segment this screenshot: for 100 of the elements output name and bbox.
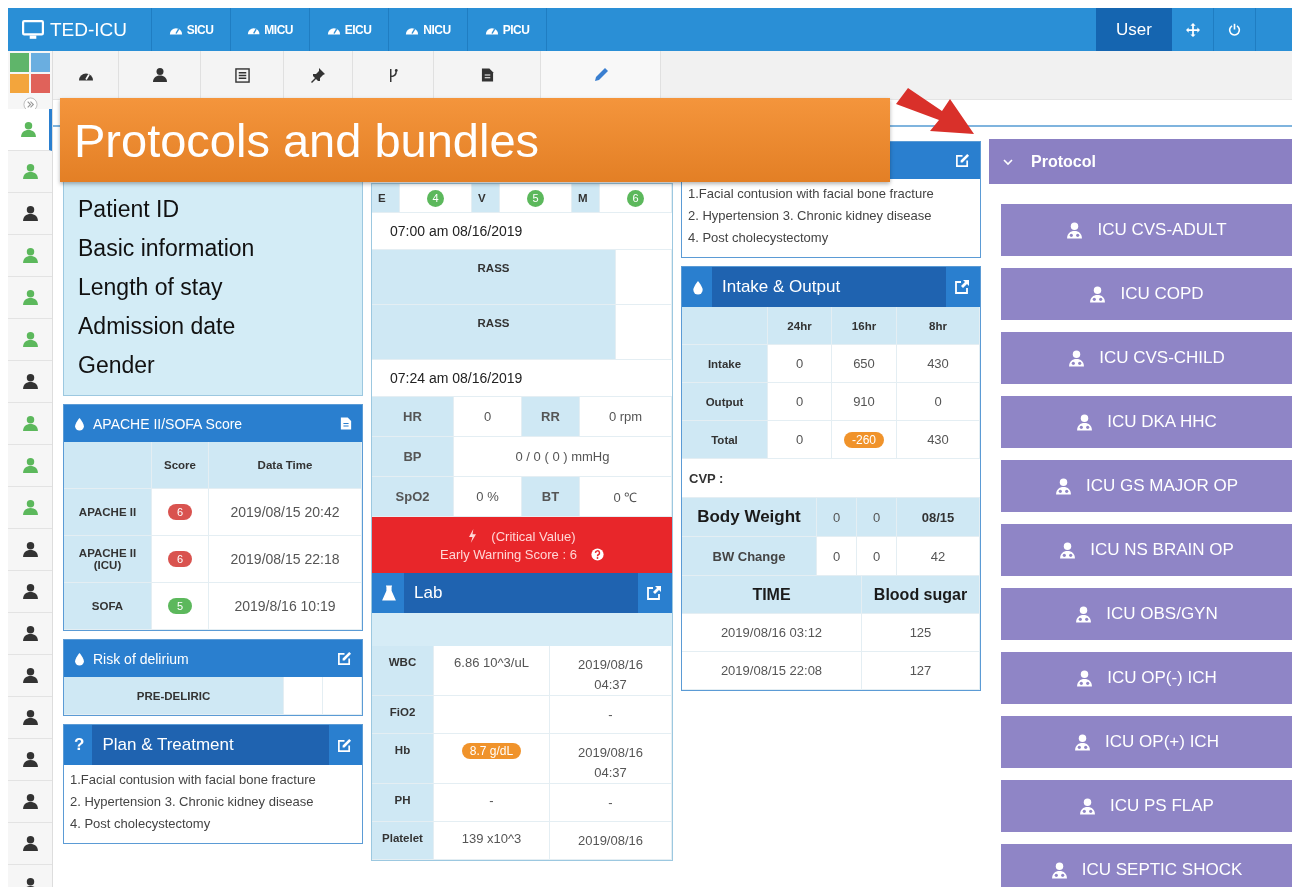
panel-title: APACHE II/SOFA Score [93,415,243,432]
table-cell: 2019/08/15 22:18 [209,536,362,583]
protocol-button[interactable]: ICU OBS/GYN [1001,588,1292,640]
table-cell: PRE-DELIRIC [64,677,284,715]
info-line: Patient ID [78,195,180,224]
doctor-icon [1068,349,1086,367]
row-label: APACHE II [64,489,152,536]
table-cell: 2019/08/15 22:08 [682,652,862,690]
panel-title: Intake & Output [712,267,946,307]
gcs-label: M [572,184,600,213]
user-button[interactable]: User [1096,8,1172,51]
plan-line: 1.Facial contusion with facial bone fracture [70,771,317,789]
edit-icon[interactable] [337,737,352,753]
external-link-icon[interactable] [646,585,662,601]
table-cell: 650 [832,345,897,383]
protocol-button[interactable]: ICU CVS-ADULT [1001,204,1292,256]
row-label: Intake [682,345,768,383]
vital-value: 0 ℃ [580,477,672,517]
edit-icon[interactable] [955,153,970,168]
warning-text: Early Warning Score : 6 [440,546,577,562]
protocol-button[interactable]: ICU DKA HHC [1001,396,1292,448]
vital-value: 0 / 0 ( 0 ) mmHg [454,437,672,477]
app-title: TED-ICU [50,18,128,41]
flask-icon [382,585,396,601]
table-cell: 2019/08/15 20:42 [209,489,362,536]
table-cell: 6.86 10^3/uL [434,646,550,696]
score-badge: 6 [167,504,193,520]
column-header: 16hr [832,307,897,345]
table-cell: 0 [768,345,832,383]
vital-value: 0 % [454,477,522,517]
diagnosis-line: 4. Post cholecystectomy [688,229,830,247]
vital-label: BT [522,477,580,517]
panel-title: Plan & Treatment [92,725,329,765]
help-icon[interactable] [590,547,604,561]
protocol-header[interactable]: Protocol [989,139,1292,184]
lab-time: 2019/08/16 04:37 [576,744,645,782]
table-cell: 0 [817,537,857,576]
question-icon: ? [74,735,85,755]
protocol-button[interactable]: ICU COPD [1001,268,1292,320]
doctor-icon [1054,477,1072,495]
lab-name: PH [372,784,434,822]
protocol-button[interactable]: ICU OP(+) ICH [1001,716,1292,768]
chevron-icon [1003,156,1013,167]
protocol-button[interactable]: ICU OP(-) ICH [1001,652,1292,704]
table-cell: 910 [832,383,897,421]
row-label: APACHE II (ICU) [64,536,152,583]
table-cell: 42 [897,537,980,576]
rass-label: RASS [372,305,616,360]
drop-icon [692,279,704,295]
doctor-icon [1089,285,1107,303]
row-label: Output [682,383,768,421]
score-badge: 6 [627,189,644,207]
vital-label: BP [372,437,454,477]
table-cell: 2019/8/16 10:19 [209,583,362,630]
power-icon [1228,23,1241,36]
protocol-title: Protocol [1031,152,1096,171]
lab-name: Platelet [372,822,434,860]
monitor-icon [22,19,44,40]
score-badge: 5 [167,598,193,614]
row-label: SOFA [64,583,152,630]
list-icon [234,67,250,83]
edit-icon[interactable] [337,651,352,666]
column-header: 24hr [768,307,832,345]
table-cell: 0 [768,421,832,459]
protocol-button[interactable]: ICU CVS-CHILD [1001,332,1292,384]
table-cell: 0 [857,537,897,576]
gcs-label: V [472,184,500,213]
plan-line: 4. Post cholecystectomy [70,815,212,833]
info-line: Basic information [78,234,256,263]
doctor-icon [1074,733,1092,751]
info-line: Length of stay [78,273,224,302]
column-header: 8hr [897,307,980,345]
table-cell: 0 [817,498,857,537]
fork-icon [387,67,399,83]
table-cell: 430 [897,421,980,459]
warning-title: (Critical Value) [491,528,576,544]
lab-time: 2019/08/16 [576,832,645,850]
doctor-icon [1050,861,1068,879]
doctor-icon [1059,541,1077,559]
table-cell: 0 [768,383,832,421]
document-icon[interactable] [340,416,352,431]
value-badge: -260 [844,431,884,448]
protocol-button[interactable]: ICU SEPTIC SHOCK [1001,844,1292,887]
column-header: TIME [682,576,862,614]
table-cell: - [434,784,550,822]
score-badge: 6 [167,551,193,567]
protocol-button[interactable]: ICU GS MAJOR OP [1001,460,1292,512]
drop-icon [74,416,85,431]
lightning-icon [468,529,478,543]
gcs-label: E [372,184,400,213]
table-cell: 125 [862,614,980,652]
move-icon [1185,22,1200,37]
rass-label: RASS [372,250,616,305]
protocol-button[interactable]: ICU NS BRAIN OP [1001,524,1292,576]
protocol-button[interactable]: ICU PS FLAP [1001,780,1292,832]
value-badge: 8.7 g/dL [461,743,522,759]
table-cell: 0 [857,498,897,537]
pencil-icon [592,67,609,83]
table-cell: 0 [897,383,980,421]
external-link-icon[interactable] [954,279,970,295]
